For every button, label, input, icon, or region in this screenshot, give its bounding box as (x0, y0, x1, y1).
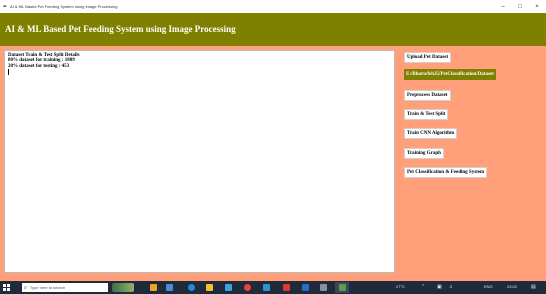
active-app-slot[interactable] (335, 282, 349, 293)
text-caret (8, 69, 9, 76)
feather-app-icon: ✒ (3, 4, 8, 10)
close-button[interactable]: × (531, 2, 543, 11)
app-icon[interactable] (320, 284, 327, 291)
edge-browser-icon[interactable] (188, 284, 195, 291)
tray-chevron-icon[interactable]: ⌃ (421, 284, 425, 290)
taskbar-search-input[interactable]: ⌕ Type here to search (22, 283, 108, 292)
app-icon[interactable] (283, 284, 290, 291)
window-titlebar: ✒ AI & ML Based Pet Feeding System using… (0, 0, 546, 13)
minimize-button[interactable]: – (497, 2, 509, 11)
language-indicator[interactable]: ENG (484, 284, 493, 289)
training-graph-button[interactable]: Training Graph (404, 148, 444, 159)
app-icon[interactable] (263, 284, 270, 291)
upload-dataset-button[interactable]: Upload Pet Dataset (404, 52, 452, 63)
maximize-button[interactable]: □ (514, 2, 526, 11)
python-app-icon (339, 284, 346, 291)
notification-icon[interactable]: ▤ (531, 284, 536, 290)
folder-icon[interactable] (206, 284, 213, 291)
window-title: AI & ML Based Pet Feeding System using I… (10, 4, 118, 9)
preprocess-dataset-button[interactable]: Preprocess Dataset (404, 90, 451, 101)
pet-classification-button[interactable]: Pet Classification & Feeding System (404, 167, 488, 178)
search-icon: ⌕ (24, 284, 27, 291)
word-icon[interactable] (302, 284, 309, 291)
chrome-icon[interactable] (244, 284, 251, 291)
network-icon[interactable]: ▣ (437, 284, 442, 290)
windows-start-icon[interactable] (3, 284, 10, 291)
file-explorer-icon[interactable] (150, 284, 157, 291)
train-cnn-button[interactable]: Train CNN Algorithm (404, 128, 458, 139)
app-title: AI & ML Based Pet Feeding System using I… (5, 24, 236, 34)
dataset-path-label: E:/Bharu/feb25/PetClassification/Dataset (404, 69, 496, 80)
output-line: 20% dataset for testing : 453 (8, 63, 70, 69)
taskbar: ⌕ Type here to search 27°C ⌃ ▣ ♫ ENG 23:… (0, 281, 546, 294)
weather-widget-icon[interactable] (112, 283, 134, 292)
task-view-icon[interactable] (166, 284, 173, 291)
weather-temperature[interactable]: 27°C (396, 284, 405, 289)
store-icon[interactable] (225, 284, 232, 291)
search-placeholder: Type here to search (29, 285, 66, 290)
output-textarea[interactable]: Dataset Train & Test Split Details 80% d… (4, 50, 395, 273)
app-header: AI & ML Based Pet Feeding System using I… (0, 13, 546, 46)
train-test-split-button[interactable]: Train & Test Split (404, 109, 449, 120)
volume-icon[interactable]: ♫ (449, 284, 453, 290)
clock-time[interactable]: 23:02 (507, 284, 517, 289)
